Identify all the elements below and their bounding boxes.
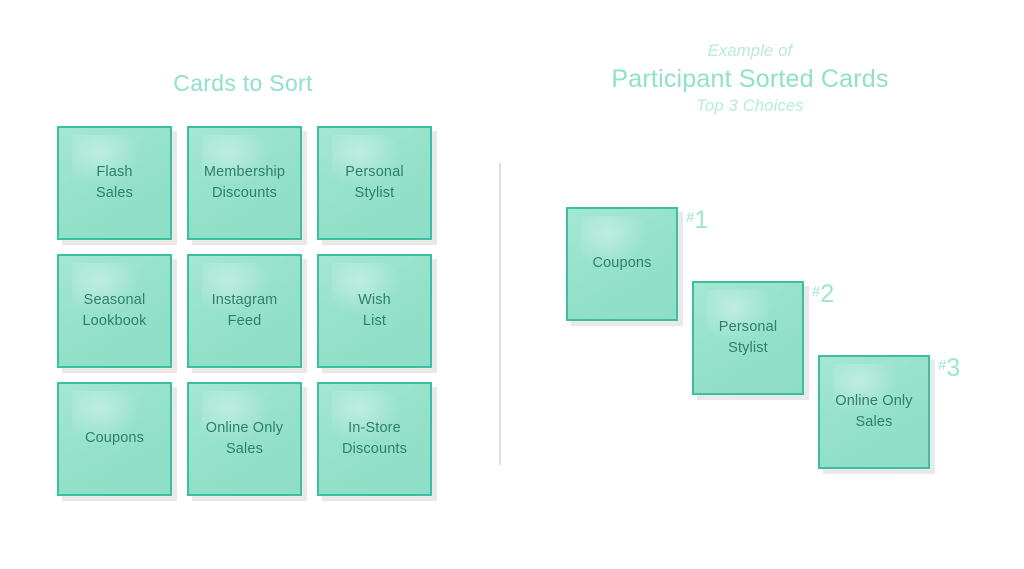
card-label: Instagram Feed: [211, 291, 278, 329]
rank-number: 2: [820, 280, 835, 308]
card-label: Personal Stylist: [718, 318, 778, 356]
sortable-card[interactable]: In-Store Discounts: [317, 382, 432, 496]
card-sorting-board: Cards to Sort Flash Sales Membership Dis…: [0, 0, 1024, 569]
rank-hash: #: [686, 209, 695, 226]
card-label: Membership Discounts: [203, 163, 286, 201]
card-label: Online Only Sales: [205, 419, 284, 457]
card-label: Online Only Sales: [835, 392, 913, 430]
sorted-card-slot-1: Coupons: [566, 207, 678, 321]
card-row: Coupons Online Only Sales In-Store Disco…: [57, 382, 437, 496]
card-label: Flash Sales: [95, 163, 134, 201]
card-row: Seasonal Lookbook Instagram Feed Wish Li…: [57, 254, 437, 368]
participant-sorted-panel: Example of Participant Sorted Cards Top …: [500, 0, 1024, 569]
rank-hash: #: [938, 357, 947, 374]
card-label: Personal Stylist: [345, 163, 404, 201]
sorted-card[interactable]: Personal Stylist: [692, 281, 804, 395]
card-label: Wish List: [358, 291, 391, 329]
sorted-card[interactable]: Coupons: [566, 207, 678, 321]
rank-number: 1: [694, 206, 709, 234]
rank-badge-1: #1: [686, 208, 708, 233]
cards-to-sort-title: Cards to Sort: [173, 70, 313, 96]
sortable-card[interactable]: Membership Discounts: [187, 126, 302, 240]
card-label: Coupons: [84, 430, 145, 447]
sortable-card[interactable]: Flash Sales: [57, 126, 172, 240]
rank-number: 3: [946, 354, 961, 382]
sortable-card[interactable]: Online Only Sales: [187, 382, 302, 496]
card-label: Coupons: [592, 255, 652, 272]
rank-badge-3: #3: [938, 356, 960, 381]
rank-badge-2: #2: [812, 282, 834, 307]
sorted-card-slot-2: Personal Stylist: [692, 281, 804, 395]
sortable-card[interactable]: Wish List: [317, 254, 432, 368]
sortable-card[interactable]: Personal Stylist: [317, 126, 432, 240]
sorted-cards-stack: Coupons #1 Personal Stylist #2 Online On…: [500, 0, 1024, 569]
sortable-card[interactable]: Seasonal Lookbook: [57, 254, 172, 368]
card-label: Seasonal Lookbook: [82, 291, 147, 329]
card-label: In-Store Discounts: [341, 419, 407, 457]
sorted-card-slot-3: Online Only Sales: [818, 355, 930, 469]
sorted-card[interactable]: Online Only Sales: [818, 355, 930, 469]
cards-to-sort-panel: Cards to Sort Flash Sales Membership Dis…: [0, 0, 500, 569]
sortable-card[interactable]: Coupons: [57, 382, 172, 496]
card-row: Flash Sales Membership Discounts Persona…: [57, 126, 437, 240]
cards-to-sort-grid: Flash Sales Membership Discounts Persona…: [57, 126, 437, 510]
sortable-card[interactable]: Instagram Feed: [187, 254, 302, 368]
rank-hash: #: [812, 283, 821, 300]
